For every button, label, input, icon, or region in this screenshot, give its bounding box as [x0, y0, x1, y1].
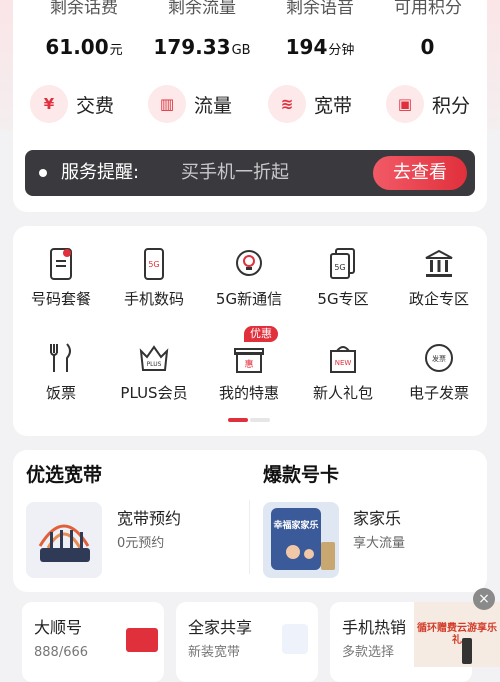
stat-label: 剩余语音	[286, 0, 354, 18]
divider	[249, 500, 250, 574]
svg-text:5G: 5G	[334, 263, 345, 272]
grid-item-plus-member[interactable]: PLUS PLUS会员	[106, 341, 202, 411]
stat-label: 可用积分	[394, 0, 462, 18]
section-title-broadband: 优选宽带	[26, 464, 103, 486]
lightbulb-icon	[233, 247, 265, 281]
svg-text:NEW: NEW	[335, 359, 352, 367]
invoice-icon: 发票	[423, 341, 455, 375]
grid-item-label: 5G专区	[317, 290, 369, 308]
stat-value: 61.00元	[45, 35, 123, 59]
pager-dot-active[interactable]	[228, 418, 248, 422]
data-chart-icon: ▥	[148, 85, 186, 123]
grid-item-label: 电子发票	[408, 384, 469, 402]
svg-text:5G: 5G	[148, 260, 159, 269]
grid-item-5g-comm[interactable]: 5G新通信	[201, 247, 297, 317]
5g-stack-icon: 5G	[327, 247, 359, 281]
family-card-image[interactable]: 幸福家家乐	[263, 502, 339, 578]
grid-item-label: 新人礼包	[312, 384, 373, 402]
grid-item-5g-zone[interactable]: 5G 5G专区	[295, 247, 391, 317]
grid-item-label: PLUS会员	[120, 384, 188, 402]
grid-item-meal-ticket[interactable]: 饭票	[13, 341, 109, 411]
grid-item-phones[interactable]: 5G 手机数码	[106, 247, 202, 317]
section-title-hot-card: 爆款号卡	[263, 464, 340, 486]
pager-dot[interactable]	[250, 418, 270, 422]
grid-item-label: 号码套餐	[30, 290, 91, 308]
mini-card-sub: 888/666	[34, 645, 89, 660]
quick-action-label: 流量	[194, 94, 233, 117]
grid-item-label: 政企专区	[408, 290, 469, 308]
broadband-booking-sub: 0元预约	[117, 536, 165, 551]
svg-text:发票: 发票	[432, 354, 446, 363]
grid-item-label: 手机数码	[123, 290, 184, 308]
svg-text:惠: 惠	[244, 358, 253, 370]
reminder-text: 买手机一折起	[181, 162, 289, 183]
grid-item-label: 我的特惠	[218, 384, 279, 402]
router-graphic	[282, 624, 308, 654]
mini-card-title: 大顺号	[34, 618, 83, 637]
service-reminder-bar[interactable]: 服务提醒: 买手机一折起 去查看	[25, 150, 475, 196]
family-plan-sub: 享大流量	[353, 536, 406, 551]
grid-item-label: 5G新通信	[215, 290, 283, 308]
floating-ad-text: 循环赠费云游享乐礼	[417, 623, 497, 646]
stat-label: 剩余流量	[168, 0, 236, 18]
quick-action-broadband[interactable]: ≋ 宽带	[268, 84, 352, 124]
close-icon[interactable]: ×	[473, 588, 495, 610]
sim-card-graphic	[126, 628, 158, 652]
bullet-dot	[39, 169, 47, 177]
mini-card-title: 全家共享	[188, 618, 253, 637]
svg-text:幸福家家乐: 幸福家家乐	[273, 519, 318, 531]
gift-box-icon: 惠	[233, 341, 265, 375]
quick-action-points[interactable]: ▣ 积分	[386, 84, 470, 124]
broadband-booking-title[interactable]: 宽带预约	[117, 509, 181, 529]
plus-crown-icon: PLUS	[138, 341, 170, 375]
stat-label: 剩余话费	[50, 0, 118, 18]
quick-action-pay[interactable]: ¥ 交费	[30, 84, 114, 124]
svg-text:PLUS: PLUS	[147, 361, 162, 368]
sim-card-icon	[45, 247, 77, 281]
fork-knife-icon	[45, 341, 77, 375]
grid-item-enterprise[interactable]: 政企专区	[391, 247, 487, 317]
reminder-label: 服务提醒:	[61, 162, 140, 183]
mini-card-lucky-number[interactable]: 大顺号 888/666	[22, 602, 164, 682]
mini-card-sub: 多款选择	[342, 645, 395, 660]
deal-badge: 优惠	[244, 326, 278, 342]
quick-action-data[interactable]: ▥ 流量	[148, 84, 232, 124]
building-icon	[423, 247, 455, 281]
stat-value: 194分钟	[285, 35, 355, 59]
quick-action-label: 积分	[432, 94, 471, 117]
mini-card-title: 手机热销	[342, 618, 407, 637]
phone-5g-icon: 5G	[138, 247, 170, 281]
grid-item-number-plan[interactable]: 号码套餐	[13, 247, 109, 317]
view-button[interactable]: 去查看	[373, 156, 467, 190]
yuan-icon: ¥	[30, 85, 68, 123]
grid-item-label: 饭票	[45, 384, 76, 402]
mini-card-sub: 新装宽带	[188, 645, 241, 660]
gimbal-graphic	[462, 638, 472, 664]
quick-action-label: 交费	[76, 94, 115, 117]
router-icon: ≋	[268, 85, 306, 123]
points-icon: ▣	[386, 85, 424, 123]
quick-action-label: 宽带	[314, 94, 353, 117]
mini-card-family-share[interactable]: 全家共享 新装宽带	[176, 602, 318, 682]
stat-value: 0	[420, 35, 435, 59]
floating-ad[interactable]: 循环赠费云游享乐礼	[414, 602, 500, 667]
grid-item-newbie-gift[interactable]: NEW 新人礼包	[295, 341, 391, 411]
family-plan-title[interactable]: 家家乐	[353, 509, 401, 529]
router-product-image[interactable]	[26, 502, 102, 578]
grid-item-e-invoice[interactable]: 发票 电子发票	[391, 341, 487, 411]
new-gift-icon: NEW	[327, 341, 359, 375]
stat-value: 179.33GB	[153, 35, 251, 59]
grid-item-my-deals[interactable]: 惠 我的特惠	[201, 341, 297, 411]
